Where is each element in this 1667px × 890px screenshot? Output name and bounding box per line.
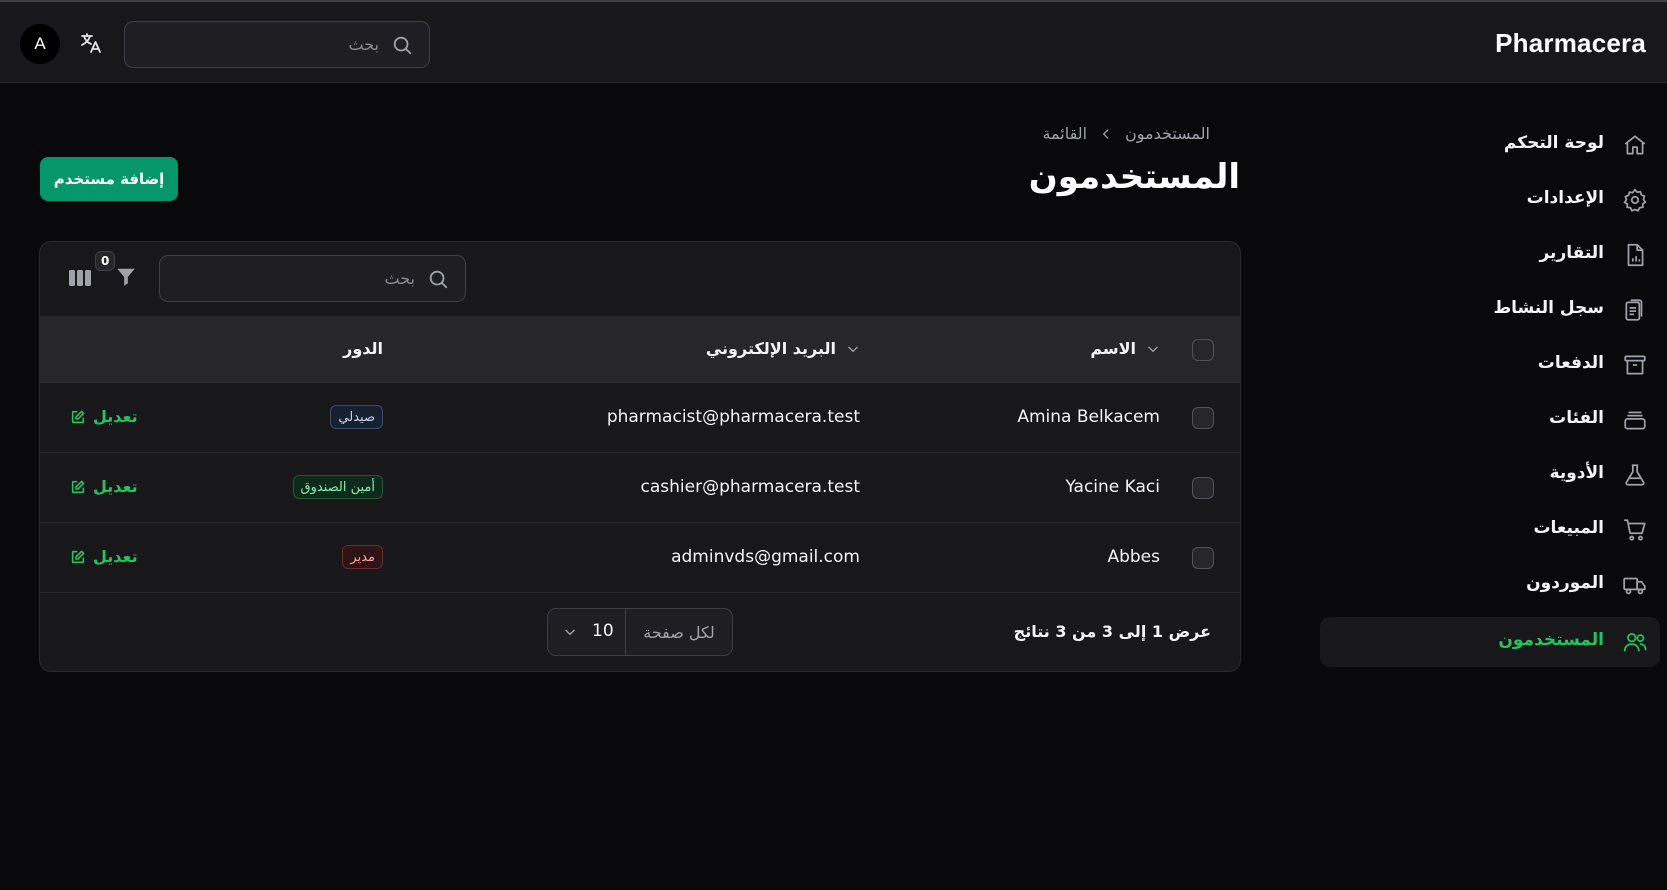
page-title: المستخدمون [1028,157,1240,197]
clipboard-icon [1622,297,1648,323]
sidebar-item-label: المستخدمون [1498,630,1604,650]
home-icon [1622,132,1648,158]
edit-icon [70,479,86,495]
chevron-left-icon [1099,127,1113,141]
sidebar-item-label: المبيعات [1533,518,1604,538]
filter-count-badge: 0 [95,251,116,271]
edit-user-link[interactable]: تعديل [70,477,138,496]
sidebar-item-label: الدفعات [1537,353,1604,373]
row-checkbox[interactable] [1192,547,1214,569]
edit-icon [70,409,86,425]
role-badge: أمين الصندوق [292,475,383,499]
top-bar: Pharmacera بحث A [0,0,1667,83]
column-header-role: الدور [343,339,383,358]
column-label: الاسم [1090,339,1136,358]
search-icon [427,268,449,290]
table-row[interactable]: Amina Belkacem pharmacist@pharmacera.tes… [40,383,1240,453]
report-icon [1622,242,1648,268]
table-row[interactable]: Yacine Kaci cashier@pharmacera.test أمين… [40,453,1240,523]
search-icon [391,34,413,56]
truck-icon [1622,572,1648,598]
sidebar-item-medicines[interactable]: الأدوية [1320,450,1660,500]
user-name: Amina Belkacem [1017,407,1160,427]
columns-icon[interactable] [68,268,92,288]
results-summary: عرض 1 إلى 3 من 3 نتائج [1013,622,1211,641]
column-label: الدور [343,339,383,358]
table-footer: عرض 1 إلى 3 من 3 نتائج لكل صفحة 10 [40,594,1240,671]
sidebar-item-categories[interactable]: الفئات [1320,395,1660,445]
sidebar-item-settings[interactable]: الإعدادات [1320,175,1660,225]
user-name: Abbes [1107,547,1160,567]
user-email: pharmacist@pharmacera.test [606,407,860,427]
cart-icon [1622,517,1648,543]
sidebar-item-label: التقارير [1539,243,1604,263]
users-icon [1622,629,1648,655]
users-table-card: بحث 0 الاسم البريد الإلكتروني الدور Amin… [39,241,1241,672]
per-page-label: لكل صفحة [625,609,732,655]
user-email: adminvds@gmail.com [671,547,860,567]
per-page-select[interactable]: لكل صفحة 10 [547,608,733,656]
search-placeholder: بحث [348,35,380,54]
gear-icon [1622,187,1648,213]
sidebar-item-label: لوحة التحكم [1503,133,1604,153]
breadcrumb: المستخدمون القائمة [1042,124,1210,143]
user-email: cashier@pharmacera.test [640,477,860,497]
breadcrumb-current: القائمة [1042,124,1088,143]
archive-box-icon [1622,352,1648,378]
sidebar-item-label: الإعدادات [1526,188,1604,208]
stack-icon [1622,407,1648,433]
add-user-button[interactable]: إضافة مستخدم [40,157,178,201]
role-badge: مدير [342,545,383,569]
user-name: Yacine Kaci [1065,477,1160,497]
select-all-checkbox[interactable] [1192,339,1214,361]
sidebar-item-label: سجل النشاط [1493,298,1604,318]
sidebar-item-batches[interactable]: الدفعات [1320,340,1660,390]
avatar[interactable]: A [20,24,60,64]
sidebar-item-dashboard[interactable]: لوحة التحكم [1320,120,1660,170]
sidebar-item-label: الفئات [1549,408,1604,428]
edit-user-link[interactable]: تعديل [70,407,138,426]
sidebar-item-sales[interactable]: المبيعات [1320,505,1660,555]
language-switch-icon[interactable] [79,31,105,57]
row-checkbox[interactable] [1192,477,1214,499]
role-badge: صيدلي [330,405,383,429]
edit-label: تعديل [93,407,138,426]
search-placeholder: بحث [384,269,416,288]
edit-user-link[interactable]: تعديل [70,547,138,566]
edit-icon [70,549,86,565]
table-toolbar: بحث 0 [40,242,1240,317]
breadcrumb-users-link[interactable]: المستخدمون [1125,124,1210,143]
chevron-down-icon [563,625,577,639]
table-search-input[interactable]: بحث [159,255,466,302]
brand-logo[interactable]: Pharmacera [1495,28,1646,59]
sidebar-item-reports[interactable]: التقارير [1320,230,1660,280]
table-header: الاسم البريد الإلكتروني الدور [40,317,1240,383]
global-search-input[interactable]: بحث [124,21,430,68]
column-label: البريد الإلكتروني [705,339,836,358]
chevron-down-icon [846,342,860,356]
row-checkbox[interactable] [1192,407,1214,429]
table-row[interactable]: Abbes adminvds@gmail.com مدير تعديل [40,523,1240,593]
sidebar-item-label: الموردون [1526,573,1604,593]
edit-label: تعديل [93,547,138,566]
sidebar-item-activity-log[interactable]: سجل النشاط [1320,285,1660,335]
flask-icon [1622,462,1648,488]
sidebar-item-suppliers[interactable]: الموردون [1320,560,1660,610]
chevron-down-icon [1146,342,1160,356]
sidebar-item-label: الأدوية [1549,463,1604,483]
column-header-name[interactable]: الاسم [1090,339,1160,358]
filter-icon[interactable] [115,266,137,288]
sidebar-item-users[interactable]: المستخدمون [1320,617,1660,667]
per-page-value: 10 [592,621,614,641]
column-header-email[interactable]: البريد الإلكتروني [706,339,860,358]
edit-label: تعديل [93,477,138,496]
